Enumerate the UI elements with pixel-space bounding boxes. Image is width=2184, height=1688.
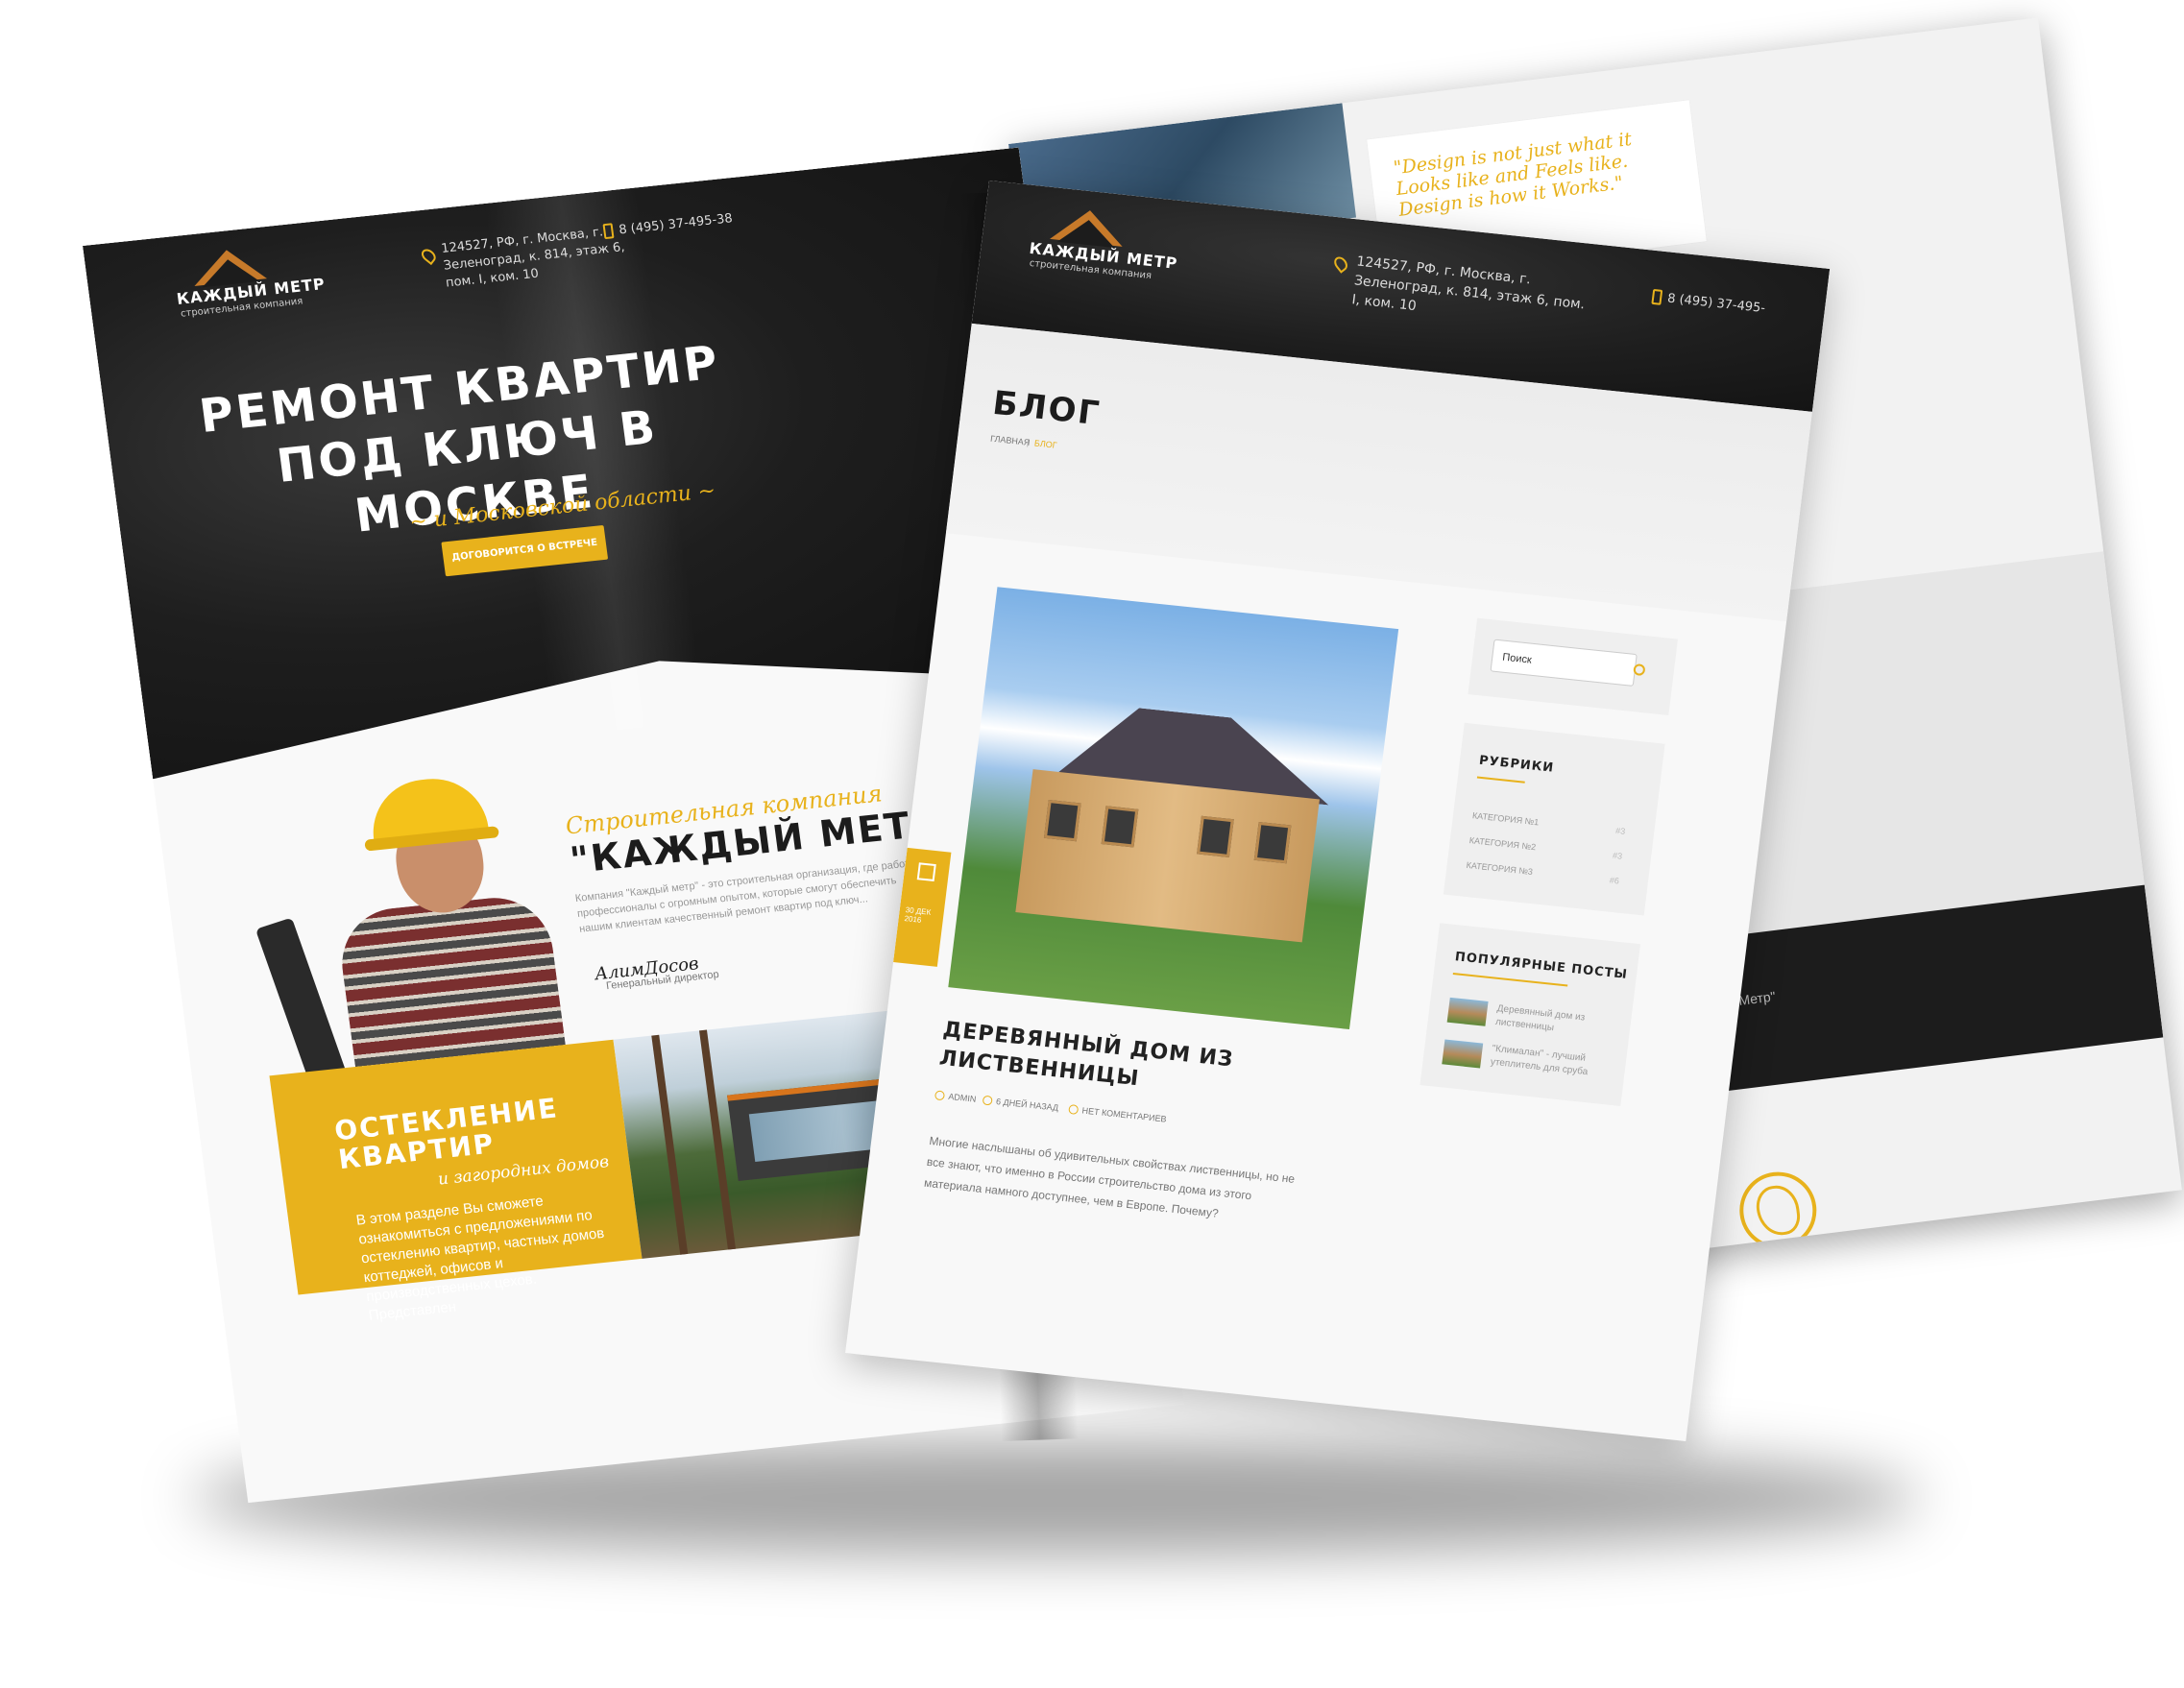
right-page: КАЖДЫЙ МЕТР строительная компания 124527… (845, 181, 1831, 1442)
house-walls (1015, 769, 1320, 943)
post-comments[interactable]: НЕТ КОМЕНТАРИЕВ (1081, 1105, 1167, 1123)
join-heading: Присоединяйтесь (1689, 1252, 1907, 1304)
house-window (1197, 815, 1234, 857)
category-link[interactable]: КАТЕГОРИЯ №1 (1471, 810, 1539, 827)
phone-icon (1651, 288, 1663, 305)
comment-icon (1068, 1103, 1080, 1115)
search-widget: Поиск (1468, 617, 1679, 715)
popular-posts-widget: ПОПУЛЯРНЫЕ ПОСТЫ Деревянный дом из листв… (1420, 923, 1641, 1106)
glazing-text: В этом разделе Вы сможете ознакомиться с… (354, 1193, 606, 1324)
house-window (1043, 799, 1081, 842)
house-window (1101, 806, 1139, 848)
address: 124527, РФ, г. Москва, г. Зеленоград, к.… (1350, 253, 1586, 315)
category-count: #6 (1609, 875, 1620, 886)
post-image[interactable] (948, 587, 1399, 1030)
heading-underline (1452, 973, 1568, 987)
post-thumbnail[interactable] (1446, 997, 1489, 1026)
post-ago: 6 ДНЕЙ НАЗАД (995, 1097, 1059, 1113)
popular-post-link[interactable]: Деревянный дом из лиственницы (1494, 1002, 1613, 1041)
calendar-icon (916, 862, 936, 881)
globe-icon (1735, 1168, 1821, 1254)
phone-number[interactable]: 8 (495) 37-495- (1666, 291, 1766, 319)
tree-trunk (651, 1034, 689, 1255)
categories-widget: РУБРИКИ КАТЕГОРИЯ №1 #3 КАТЕГОРИЯ №2 #3 … (1443, 722, 1665, 916)
post-thumbnail[interactable] (1442, 1039, 1484, 1069)
continent-shape (1754, 1183, 1803, 1239)
page-title: БЛОГ (990, 383, 1104, 434)
instagram-icon[interactable]: in (1819, 1308, 1852, 1316)
glazing-card[interactable]: ОСТЕКЛЕНИЕ КВАРТИР и загородних домов В … (269, 1039, 643, 1324)
breadcrumb-current: БЛОГ (1033, 438, 1058, 450)
post-excerpt: Многие наслышаны об удивительных свойств… (923, 1134, 1296, 1220)
category-count: #3 (1614, 825, 1626, 836)
phone-icon (602, 223, 615, 240)
quote-text: "Design is not just what it Looks like a… (1392, 128, 1634, 221)
search-icon[interactable] (1633, 663, 1646, 677)
user-icon (934, 1090, 946, 1101)
house-window (1253, 821, 1292, 864)
logo[interactable]: КАЖДЫЙ МЕТР строительная компания (1026, 205, 1226, 301)
post-author[interactable]: ADMIN (948, 1092, 977, 1104)
google-plus-icon[interactable]: g+ (1786, 1312, 1820, 1316)
breadcrumb-home[interactable]: ГЛАВНАЯ (990, 434, 1031, 447)
post-date: 30 ДЕК 2016 (904, 905, 932, 925)
search-input[interactable]: Поиск (1490, 639, 1638, 687)
category-link[interactable]: КАТЕГОРИЯ №2 (1468, 835, 1536, 852)
clock-icon (982, 1095, 993, 1106)
popular-post-link[interactable]: "Клималан" - лучший утеплитель для сруба (1490, 1043, 1608, 1081)
heading-underline (1476, 776, 1525, 784)
tree-trunk (698, 1029, 736, 1250)
category-link[interactable]: КАТЕГОРИЯ №3 (1466, 860, 1533, 877)
location-pin-icon (1331, 253, 1350, 274)
post-title[interactable]: ДЕРЕВЯННЫЙ ДОМ ИЗ ЛИСТВЕННИЦЫ (937, 1016, 1288, 1109)
categories-heading: РУБРИКИ (1478, 753, 1555, 776)
category-count: #3 (1612, 850, 1623, 861)
